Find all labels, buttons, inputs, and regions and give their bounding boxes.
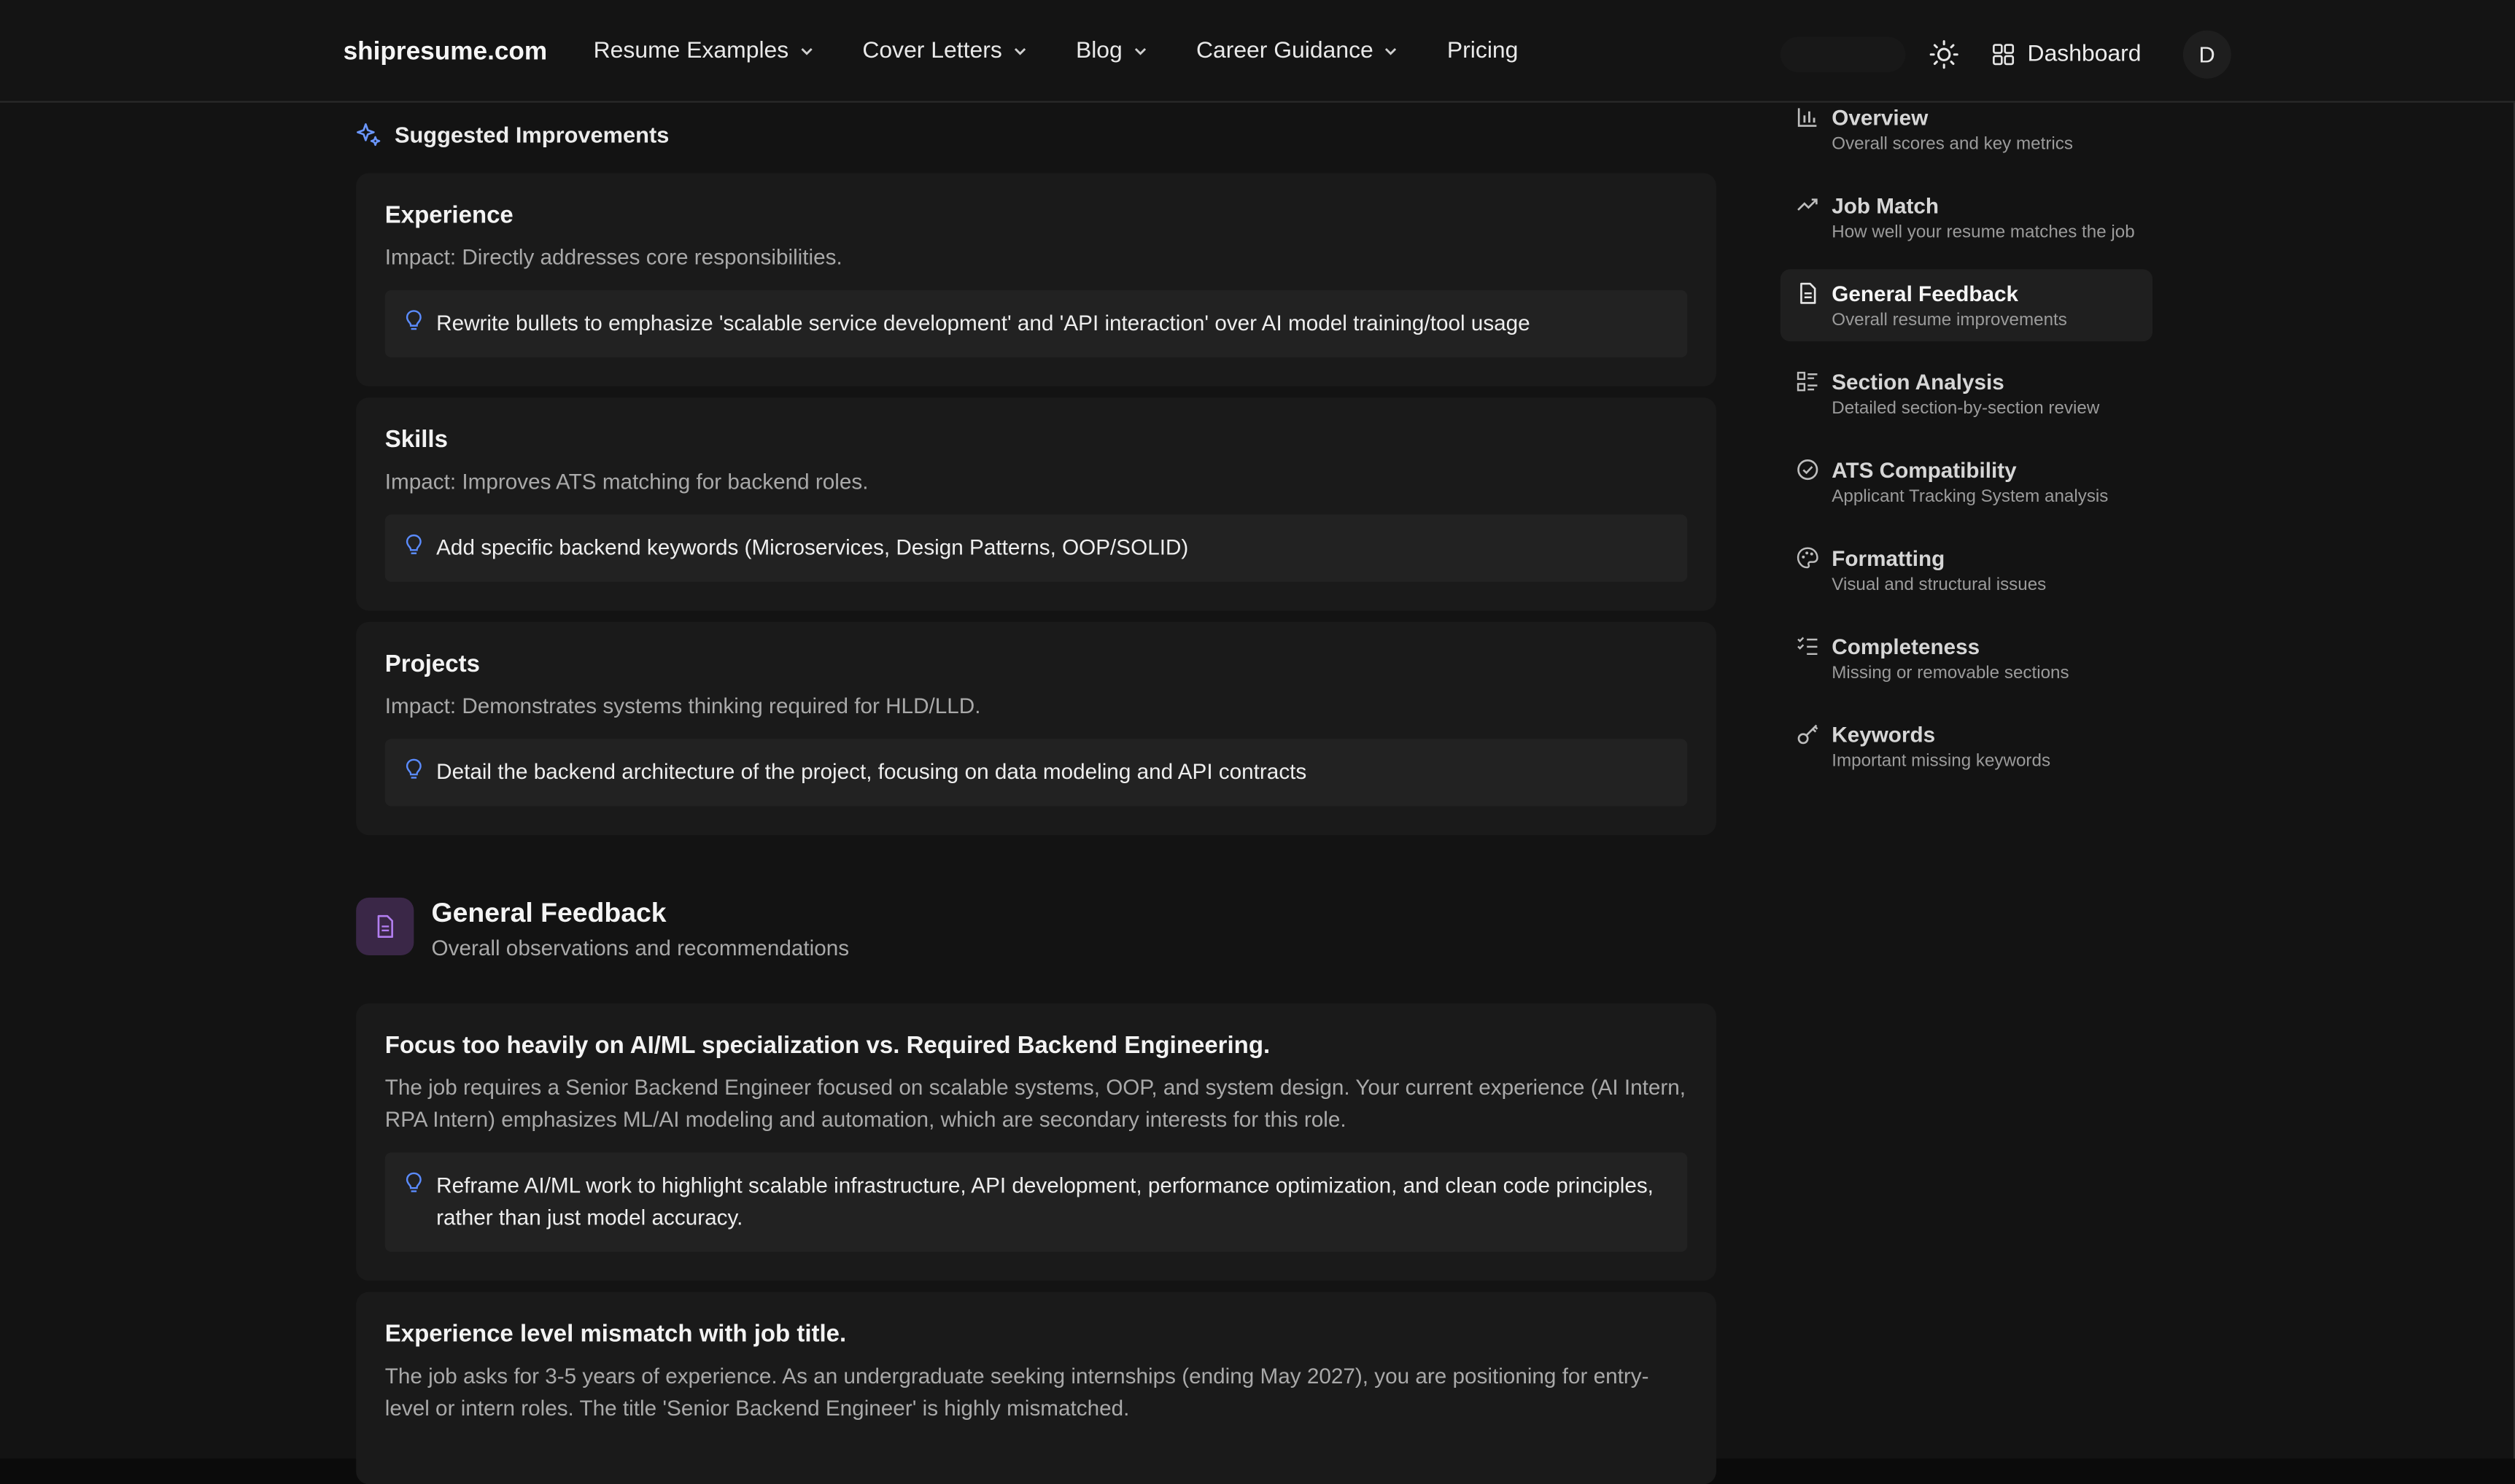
page: shipresume.com Resume Examples Cover Let… bbox=[0, 0, 2515, 1484]
suggested-improvements-heading: Suggested Improvements bbox=[356, 122, 669, 147]
chevron-down-icon bbox=[1014, 48, 1026, 55]
sidebar-item-desc: Detailed section-by-section review bbox=[1832, 399, 2100, 419]
sidebar-item-desc: How well your resume matches the job bbox=[1832, 222, 2135, 242]
card-impact: Impact: Improves ATS matching for backen… bbox=[384, 470, 869, 494]
card-title: Experience bbox=[384, 201, 514, 230]
nav-pricing[interactable]: Pricing bbox=[1447, 39, 1518, 64]
key-icon bbox=[1797, 724, 1818, 745]
sidebar-item-completeness[interactable]: Completeness Missing or removable sectio… bbox=[1780, 632, 2152, 694]
sidebar-item-overview[interactable]: Overview Overall scores and key metrics bbox=[1780, 103, 2152, 166]
sidebar-item-section-analysis[interactable]: Section Analysis Detailed section-by-sec… bbox=[1780, 367, 2152, 430]
general-feedback-badge bbox=[356, 897, 414, 956]
sidebar-item-general-feedback[interactable]: General Feedback Overall resume improvem… bbox=[1780, 269, 2153, 342]
document-icon bbox=[1800, 282, 1816, 304]
dashboard-button[interactable]: Dashboard bbox=[1992, 42, 2142, 68]
nav-label: Cover Letters bbox=[862, 38, 1002, 64]
card-title: Skills bbox=[384, 426, 448, 454]
checklist-icon bbox=[1797, 637, 1818, 655]
tip-text: Rewrite bullets to emphasize 'scalable s… bbox=[436, 311, 1530, 335]
general-feedback-header: General Feedback Overall observations an… bbox=[356, 897, 1716, 971]
sidebar-item-desc: Applicant Tracking System analysis bbox=[1832, 487, 2109, 507]
lightbulb-icon bbox=[406, 1172, 422, 1192]
check-circle-icon bbox=[1797, 459, 1818, 481]
tip-box: Rewrite bullets to emphasize 'scalable s… bbox=[384, 290, 1688, 358]
top-navbar: shipresume.com Resume Examples Cover Let… bbox=[0, 0, 2515, 103]
nav-label: Resume Examples bbox=[593, 38, 789, 64]
sidebar-item-label: Formatting bbox=[1832, 546, 1945, 571]
card-description: The job requires a Senior Backend Engine… bbox=[384, 1075, 1686, 1132]
section-heading-text: Suggested Improvements bbox=[394, 122, 670, 148]
card-description: The job asks for 3-5 years of experience… bbox=[384, 1364, 1649, 1421]
top-right-actions: Dashboard D bbox=[1780, 29, 2231, 80]
nav-label: Career Guidance bbox=[1196, 38, 1373, 64]
card-title: Experience level mismatch with job title… bbox=[384, 1321, 847, 1348]
card-title: Focus too heavily on AI/ML specializatio… bbox=[384, 1032, 1271, 1060]
tip-text: Reframe AI/ML work to highlight scalable… bbox=[436, 1173, 1654, 1229]
tip-box: Detail the backend architecture of the p… bbox=[384, 739, 1688, 807]
chevron-down-icon bbox=[1134, 48, 1146, 55]
sidebar-item-desc: Missing or removable sections bbox=[1832, 663, 2069, 683]
card-impact: Impact: Demonstrates systems thinking re… bbox=[384, 694, 981, 718]
palette-icon bbox=[1797, 547, 1818, 569]
dashboard-label: Dashboard bbox=[2027, 42, 2142, 68]
document-icon bbox=[377, 914, 393, 939]
nav-label: Blog bbox=[1075, 38, 1123, 64]
general-feedback-subtitle: Overall observations and recommendations bbox=[431, 936, 850, 960]
sidebar-item-label: ATS Compatibility bbox=[1832, 458, 2017, 483]
sidebar-item-label: Completeness bbox=[1832, 634, 1980, 659]
bar-chart-icon bbox=[1797, 108, 1817, 127]
tip-box: Add specific backend keywords (Microserv… bbox=[384, 514, 1688, 582]
tip-text: Detail the backend architecture of the p… bbox=[436, 759, 1307, 784]
card-impact: Impact: Directly addresses core responsi… bbox=[384, 245, 842, 270]
sidebar-item-desc: Important missing keywords bbox=[1832, 751, 2051, 772]
sidebar-item-formatting[interactable]: Formatting Visual and structural issues bbox=[1780, 543, 2152, 606]
list-icon bbox=[1797, 371, 1818, 392]
sidebar-item-label: Overview bbox=[1832, 106, 1929, 131]
nav-career-guidance[interactable]: Career Guidance bbox=[1196, 39, 1399, 64]
sun-icon[interactable] bbox=[1928, 39, 1960, 71]
grid-icon bbox=[1993, 44, 2015, 66]
sidebar-item-label: Job Match bbox=[1832, 193, 1939, 218]
nav-blog[interactable]: Blog bbox=[1076, 39, 1148, 64]
chevron-down-icon bbox=[1385, 48, 1397, 55]
card-title: Projects bbox=[384, 650, 480, 678]
trending-up-icon bbox=[1797, 198, 1818, 211]
tip-text: Add specific backend keywords (Microserv… bbox=[436, 535, 1189, 560]
suggestion-card: Projects Impact: Demonstrates systems th… bbox=[356, 621, 1716, 836]
faded-pill bbox=[1780, 36, 1906, 72]
feedback-card: Experience level mismatch with job title… bbox=[356, 1291, 1716, 1484]
sidebar-item-label: Section Analysis bbox=[1832, 370, 2004, 395]
sparkle-icon bbox=[357, 123, 381, 147]
suggestion-card: Skills Impact: Improves ATS matching for… bbox=[356, 397, 1716, 611]
nav-label: Pricing bbox=[1446, 38, 1519, 64]
sidebar-item-job-match[interactable]: Job Match How well your resume matches t… bbox=[1780, 191, 2152, 254]
suggestion-card: Experience Impact: Directly addresses co… bbox=[356, 173, 1716, 386]
sidebar-item-desc: Overall resume improvements bbox=[1832, 311, 2067, 330]
lightbulb-icon bbox=[406, 310, 422, 330]
sidebar-item-label: Keywords bbox=[1832, 723, 1936, 747]
general-feedback-title: General Feedback bbox=[431, 897, 667, 928]
nav-resume-examples[interactable]: Resume Examples bbox=[594, 39, 815, 64]
sidebar-item-desc: Visual and structural issues bbox=[1832, 575, 2047, 595]
avatar[interactable]: D bbox=[2182, 30, 2231, 79]
report-sidebar: Overview Overall scores and key metrics … bbox=[1780, 103, 2153, 808]
sidebar-item-desc: Overall scores and key metrics bbox=[1832, 134, 2073, 155]
brand-logo[interactable]: shipresume.com bbox=[344, 39, 548, 68]
lightbulb-icon bbox=[406, 758, 422, 779]
lightbulb-icon bbox=[406, 534, 422, 554]
main-nav: Resume Examples Cover Letters Blog Caree… bbox=[594, 39, 1519, 64]
tip-box: Reframe AI/ML work to highlight scalable… bbox=[384, 1152, 1688, 1252]
chevron-down-icon bbox=[800, 48, 813, 55]
sidebar-item-keywords[interactable]: Keywords Important missing keywords bbox=[1780, 720, 2152, 782]
nav-cover-letters[interactable]: Cover Letters bbox=[862, 39, 1028, 64]
feedback-card: Focus too heavily on AI/ML specializatio… bbox=[356, 1003, 1716, 1281]
sidebar-item-label: General Feedback bbox=[1832, 281, 2019, 306]
sidebar-item-ats-compatibility[interactable]: ATS Compatibility Applicant Tracking Sys… bbox=[1780, 455, 2152, 518]
